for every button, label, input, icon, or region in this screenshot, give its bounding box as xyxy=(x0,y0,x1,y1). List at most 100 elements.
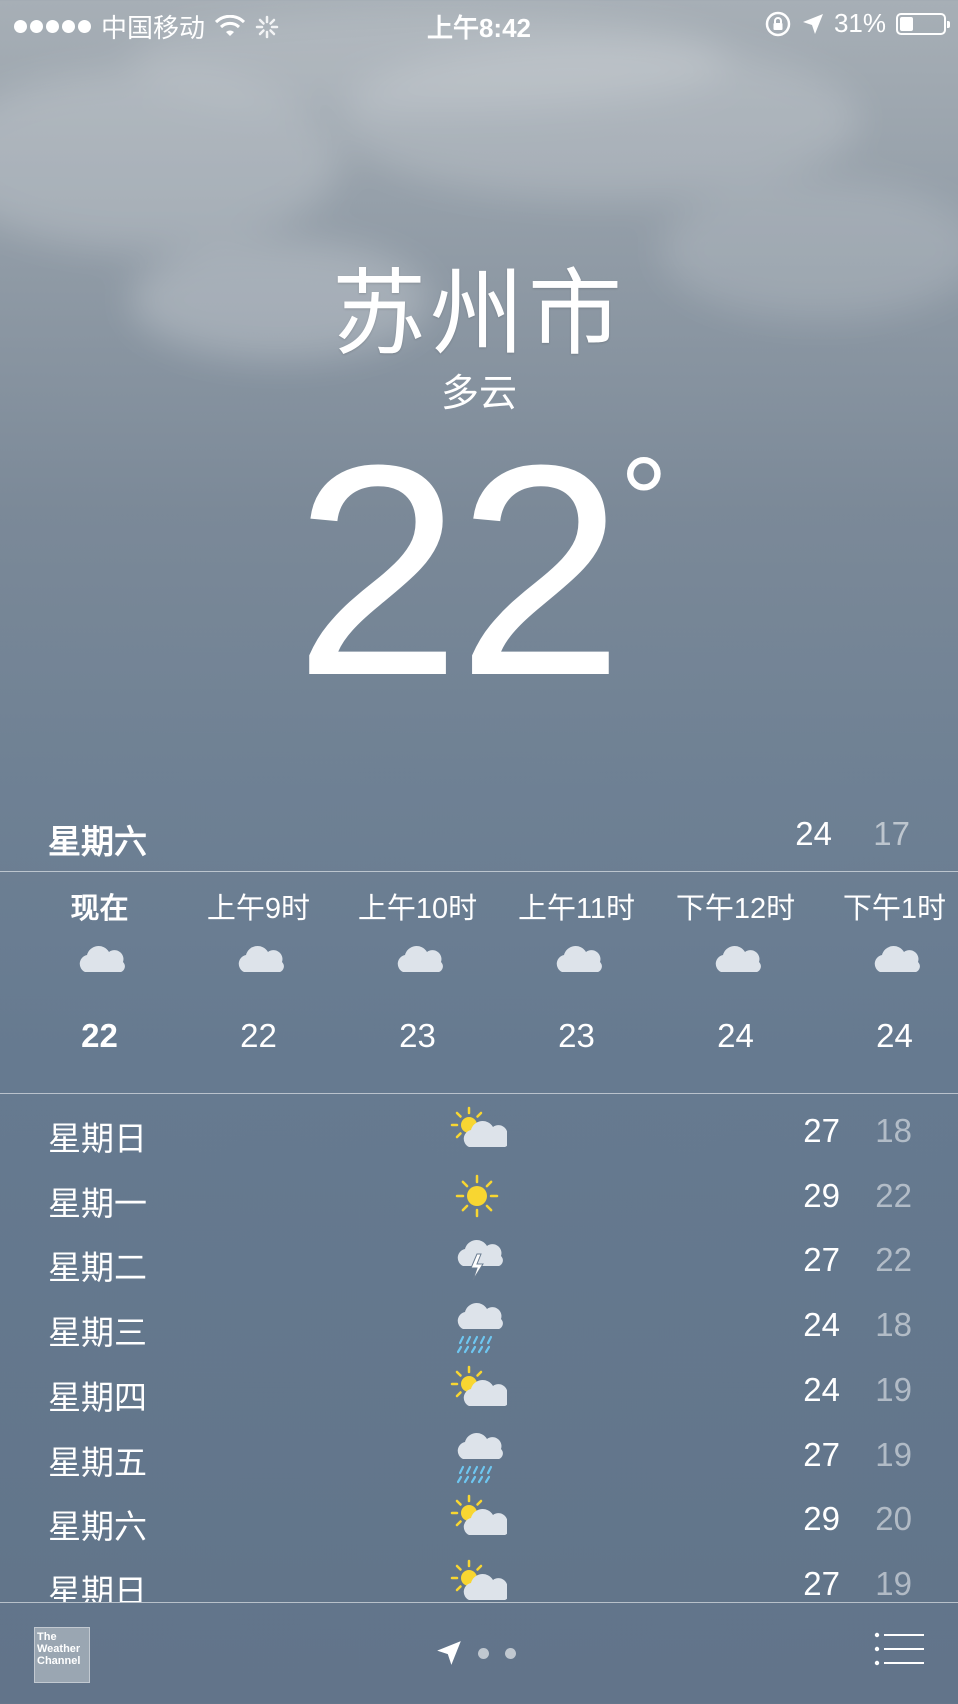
daily-forecast-list[interactable]: 星期日 27 18 星期一 29 22 星期二 27 22 星期三 24 18 星期四 24 19 星期五 27… xyxy=(0,1100,958,1602)
divider-top xyxy=(0,871,958,872)
today-high-temp: 24 xyxy=(795,815,832,852)
daily-row: 星期五 27 19 xyxy=(0,1424,958,1488)
daily-low-temp: 19 xyxy=(875,1435,912,1473)
daily-day-label: 星期三 xyxy=(48,1314,147,1352)
daily-icon xyxy=(446,1424,510,1488)
daily-day-label: 星期五 xyxy=(48,1443,147,1481)
daily-row: 星期日 27 19 xyxy=(0,1553,958,1602)
daily-day-label: 星期四 xyxy=(48,1378,147,1416)
daily-row: 星期一 29 22 xyxy=(0,1165,958,1229)
hourly-item: 现在 22 xyxy=(20,885,179,1055)
hourly-item: 下午12时 24 xyxy=(656,885,815,1055)
daily-low-temp: 19 xyxy=(875,1564,912,1602)
rotation-lock-icon xyxy=(765,11,791,36)
page-dot xyxy=(505,1647,516,1659)
hour-icon xyxy=(656,925,815,1005)
daily-icon xyxy=(446,1294,510,1358)
hour-icon xyxy=(815,925,958,1005)
partly-sunny-icon xyxy=(450,1365,507,1406)
hourly-item: 上午10时 23 xyxy=(338,885,497,1055)
hour-temp: 22 xyxy=(240,1017,277,1054)
cloud-icon xyxy=(397,946,443,972)
cloud-icon xyxy=(238,946,284,972)
status-right: 31% xyxy=(764,8,950,39)
daily-low-temp: 20 xyxy=(875,1500,912,1538)
hour-icon xyxy=(338,925,497,1005)
toolbar-divider xyxy=(0,1602,958,1603)
weather-channel-logo[interactable]: The Weather Channel xyxy=(34,1627,90,1683)
bottom-toolbar: The Weather Channel xyxy=(0,1602,958,1704)
daily-day-label: 星期六 xyxy=(48,1508,147,1546)
daily-high-temp: 27 xyxy=(803,1564,840,1602)
today-low-temp: 17 xyxy=(873,815,910,852)
partly-sunny-icon xyxy=(450,1106,507,1147)
hour-temp: 24 xyxy=(876,1017,913,1054)
daily-icon xyxy=(446,1165,510,1229)
daily-low-temp: 22 xyxy=(875,1241,912,1279)
daily-icon xyxy=(446,1359,510,1423)
hour-label: 上午9时 xyxy=(206,893,311,925)
hour-label: 下午1时 xyxy=(842,893,947,925)
partly-sunny-icon xyxy=(450,1559,507,1600)
cloud-icon xyxy=(556,946,602,972)
rain-icon xyxy=(456,1432,503,1483)
cloud-icon xyxy=(874,946,920,972)
hour-label: 下午12时 xyxy=(675,893,796,925)
temperature-value: 22 xyxy=(294,402,624,738)
city-name: 苏州市 xyxy=(331,261,626,366)
location-arrow-icon xyxy=(802,13,823,34)
cloud-icon xyxy=(79,946,125,972)
daily-row: 星期六 29 20 xyxy=(0,1488,958,1552)
daily-icon xyxy=(446,1229,510,1293)
partly-sunny-icon xyxy=(450,1494,507,1536)
daily-day-label: 星期日 xyxy=(48,1572,147,1602)
divider-bottom xyxy=(0,1093,958,1094)
status-bar: 中国移动 上午8:42 31% xyxy=(0,0,958,50)
daily-day-label: 星期日 xyxy=(48,1120,147,1157)
hour-icon xyxy=(497,925,656,1005)
degree-symbol: ° xyxy=(619,433,668,567)
today-summary-row: 星期六 24 17 xyxy=(48,815,910,860)
daily-day-label: 星期二 xyxy=(48,1249,147,1287)
daily-high-temp: 27 xyxy=(803,1241,840,1279)
city-list-icon[interactable] xyxy=(874,1632,924,1666)
hour-temp: 23 xyxy=(399,1017,436,1054)
daily-low-temp: 19 xyxy=(875,1370,912,1408)
daily-low-temp: 18 xyxy=(875,1306,912,1344)
hour-temp: 24 xyxy=(717,1017,754,1054)
page-indicator[interactable] xyxy=(436,1640,516,1666)
daily-high-temp: 27 xyxy=(803,1112,840,1149)
rain-icon xyxy=(456,1303,503,1354)
hour-temp: 23 xyxy=(558,1017,595,1054)
hour-label: 上午10时 xyxy=(357,893,478,925)
daily-low-temp: 22 xyxy=(875,1176,912,1214)
daily-icon xyxy=(446,1488,510,1552)
daily-icon xyxy=(446,1553,510,1602)
battery-icon xyxy=(896,12,950,35)
daily-high-temp: 24 xyxy=(803,1370,840,1408)
daily-high-temp: 29 xyxy=(803,1500,840,1538)
hour-label: 现在 xyxy=(70,893,129,925)
cloud-icon xyxy=(715,946,761,972)
daily-low-temp: 18 xyxy=(875,1112,912,1149)
battery-percentage: 31% xyxy=(833,8,886,38)
daily-high-temp: 29 xyxy=(803,1176,840,1214)
hour-temp: 22 xyxy=(81,1017,118,1054)
today-day-label: 星期六 xyxy=(48,823,147,860)
daily-icon xyxy=(446,1100,510,1164)
daily-day-label: 星期一 xyxy=(48,1184,147,1222)
hourly-forecast[interactable]: 现在 22 上午9时 22 上午10时 23 上午11时 23 下午12时 24 下午1时 24 xyxy=(20,885,958,1095)
hour-label: 上午11时 xyxy=(517,893,636,925)
hour-icon xyxy=(179,925,338,1005)
daily-row: 星期三 24 18 xyxy=(0,1294,958,1358)
daily-row: 星期二 27 22 xyxy=(0,1229,958,1293)
daily-row: 星期日 27 18 xyxy=(0,1100,958,1164)
sun-icon xyxy=(455,1174,499,1217)
page-dot xyxy=(478,1647,489,1659)
hour-icon xyxy=(20,925,179,1005)
thunderstorm-icon xyxy=(457,1240,503,1281)
daily-high-temp: 27 xyxy=(803,1435,840,1473)
hourly-item: 上午11时 23 xyxy=(497,885,656,1055)
current-location-arrow-icon xyxy=(437,1641,461,1665)
hourly-item: 上午9时 22 xyxy=(179,885,338,1055)
